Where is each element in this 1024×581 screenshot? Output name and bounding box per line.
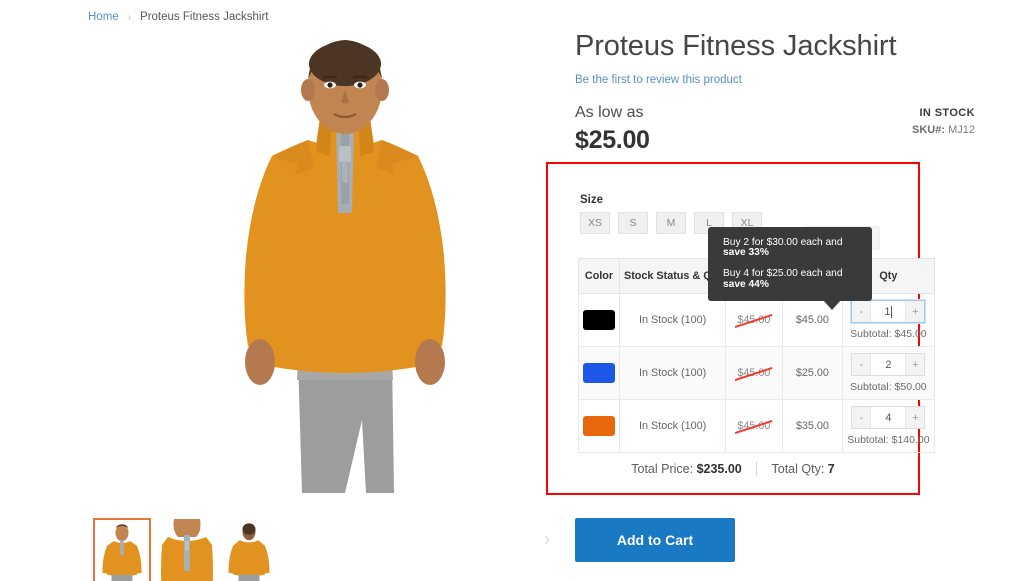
page-title: Proteus Fitness Jackshirt: [575, 30, 897, 62]
row-stock-status: In Stock (100): [618, 399, 727, 453]
row-qty-cell: - 1 + Subtotal: $45.00: [842, 293, 935, 347]
breadcrumb: Home › Proteus Fitness Jackshirt: [88, 11, 269, 23]
write-review-link[interactable]: Be the first to review this product: [575, 74, 742, 86]
table-row: In Stock (100) $45.00 $25.00 - 2 + Subto…: [578, 346, 935, 400]
color-swatch-black[interactable]: [583, 310, 615, 330]
row-new-price: $35.00: [781, 399, 844, 453]
row-stock-status: In Stock (100): [618, 293, 727, 347]
total-qty-value: 7: [827, 462, 835, 476]
total-price-value: $235.00: [696, 462, 742, 476]
totals-separator: [756, 462, 758, 476]
table-row: In Stock (100) $45.00 $35.00 - 4 + Subto…: [578, 399, 935, 453]
text-cursor: [891, 305, 893, 318]
thumbnail-2[interactable]: [157, 518, 215, 581]
row-subtotal: Subtotal: $50.00: [850, 381, 927, 393]
row-stock-status: In Stock (100): [618, 346, 727, 400]
chevron-right-icon[interactable]: ›: [536, 529, 558, 551]
thumbnail-3-image: [222, 519, 276, 581]
breadcrumb-current: Proteus Fitness Jackshirt: [140, 11, 269, 23]
total-price-label: Total Price:: [631, 462, 694, 476]
qty-decrement-button[interactable]: -: [852, 407, 872, 428]
size-option-xs[interactable]: XS: [580, 212, 610, 234]
price-block: As low as $25.00 IN STOCK SKU#: MJ12: [575, 104, 975, 155]
product-options-container: Size XS S M L XL Reset All Color Stock S…: [546, 162, 935, 495]
row-subtotal: Subtotal: $45.00: [850, 328, 927, 340]
product-info-panel: Proteus Fitness Jackshirt Be the first t…: [544, 0, 975, 562]
thumbnail-2-image: [158, 519, 214, 581]
table-row: In Stock (100) $45.00 $45.00 - 1 + Subto…: [578, 293, 935, 347]
row-color-cell: [578, 346, 620, 400]
row-new-price: $25.00: [781, 346, 844, 400]
product-gallery: [85, 28, 545, 581]
tier-price-tooltip: Buy 2 for $30.00 each and save 33% Buy 4…: [708, 227, 872, 310]
breadcrumb-separator-icon: ›: [127, 11, 132, 23]
stock-and-sku: IN STOCK SKU#: MJ12: [912, 107, 975, 136]
column-header-color: Color: [578, 258, 620, 294]
add-to-cart-row: › Add to Cart: [544, 518, 735, 562]
sku-line: SKU#: MJ12: [912, 124, 975, 136]
tier-price-line-1: Buy 2 for $30.00 each and save 33%: [723, 237, 843, 259]
tooltip-arrow-icon: [823, 299, 841, 310]
qty-input[interactable]: 2: [871, 354, 906, 375]
qty-input[interactable]: 4: [871, 407, 906, 428]
product-photo-graphic: [180, 28, 510, 493]
breadcrumb-home-link[interactable]: Home: [88, 11, 119, 23]
thumbnail-strip: [93, 518, 279, 581]
color-swatch-orange[interactable]: [583, 416, 615, 436]
thumbnail-3[interactable]: [221, 518, 279, 581]
row-old-price: $45.00: [725, 346, 783, 400]
total-qty-label: Total Qty:: [771, 462, 825, 476]
status-badge: IN STOCK: [919, 107, 975, 120]
size-option-label: Size: [580, 194, 604, 206]
sku-value: MJ12: [948, 124, 975, 137]
sku-label: SKU#:: [912, 124, 946, 137]
row-color-cell: [578, 399, 620, 453]
qty-input[interactable]: 1: [871, 301, 906, 322]
qty-increment-button[interactable]: +: [905, 301, 925, 322]
row-qty-cell: - 4 + Subtotal: $140.00: [842, 399, 935, 453]
color-swatch-blue[interactable]: [583, 363, 615, 383]
row-old-price: $45.00: [725, 293, 783, 347]
size-option-m[interactable]: M: [656, 212, 686, 234]
row-subtotal: Subtotal: $140.00: [847, 434, 930, 446]
tier-price-line-2: Buy 4 for $25.00 each and save 44%: [723, 268, 843, 290]
quantity-stepper[interactable]: - 2 +: [851, 353, 926, 376]
qty-increment-button[interactable]: +: [905, 407, 925, 428]
add-to-cart-button[interactable]: Add to Cart: [575, 518, 735, 562]
thumbnail-1[interactable]: [93, 518, 151, 581]
qty-decrement-button[interactable]: -: [852, 354, 872, 375]
row-color-cell: [578, 293, 620, 347]
quantity-stepper[interactable]: - 4 +: [851, 406, 926, 429]
main-product-image[interactable]: [180, 28, 510, 493]
row-qty-cell: - 2 + Subtotal: $50.00: [842, 346, 935, 400]
row-old-price: $45.00: [725, 399, 783, 453]
quantity-stepper[interactable]: - 1 +: [851, 300, 926, 323]
size-option-s[interactable]: S: [618, 212, 648, 234]
qty-decrement-button[interactable]: -: [852, 301, 872, 322]
product-page: Home › Proteus Fitness Jackshirt Proteus…: [0, 0, 1024, 581]
totals-row: Total Price: $235.00 Total Qty: 7: [548, 462, 918, 476]
thumbnail-1-image: [95, 520, 149, 581]
qty-increment-button[interactable]: +: [905, 354, 925, 375]
